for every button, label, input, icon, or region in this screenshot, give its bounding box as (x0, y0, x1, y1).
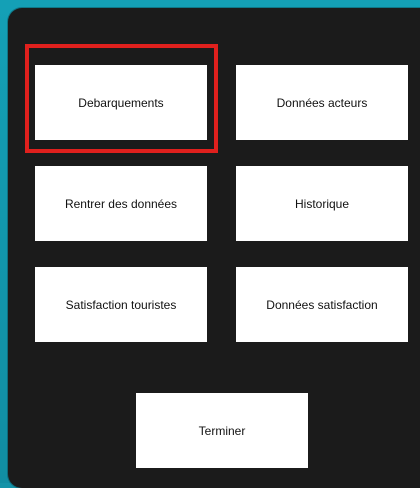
rentrer-des-donnees-button[interactable]: Rentrer des données (35, 166, 207, 241)
donnees-satisfaction-button[interactable]: Données satisfaction (236, 267, 408, 342)
terminer-button[interactable]: Terminer (136, 393, 308, 468)
debarquements-button[interactable]: Debarquements (35, 65, 207, 140)
debarquements-button-label: Debarquements (78, 95, 164, 110)
satisfaction-touristes-button-label: Satisfaction touristes (65, 297, 177, 312)
donnees-acteurs-button[interactable]: Données acteurs (236, 65, 408, 140)
donnees-satisfaction-button-label: Données satisfaction (266, 297, 378, 312)
terminer-button-label: Terminer (198, 423, 246, 438)
historique-button[interactable]: Historique (236, 166, 408, 241)
satisfaction-touristes-button[interactable]: Satisfaction touristes (35, 267, 207, 342)
donnees-acteurs-button-label: Données acteurs (276, 95, 368, 110)
rentrer-des-donnees-button-label: Rentrer des données (64, 196, 178, 211)
historique-button-label: Historique (294, 196, 350, 211)
